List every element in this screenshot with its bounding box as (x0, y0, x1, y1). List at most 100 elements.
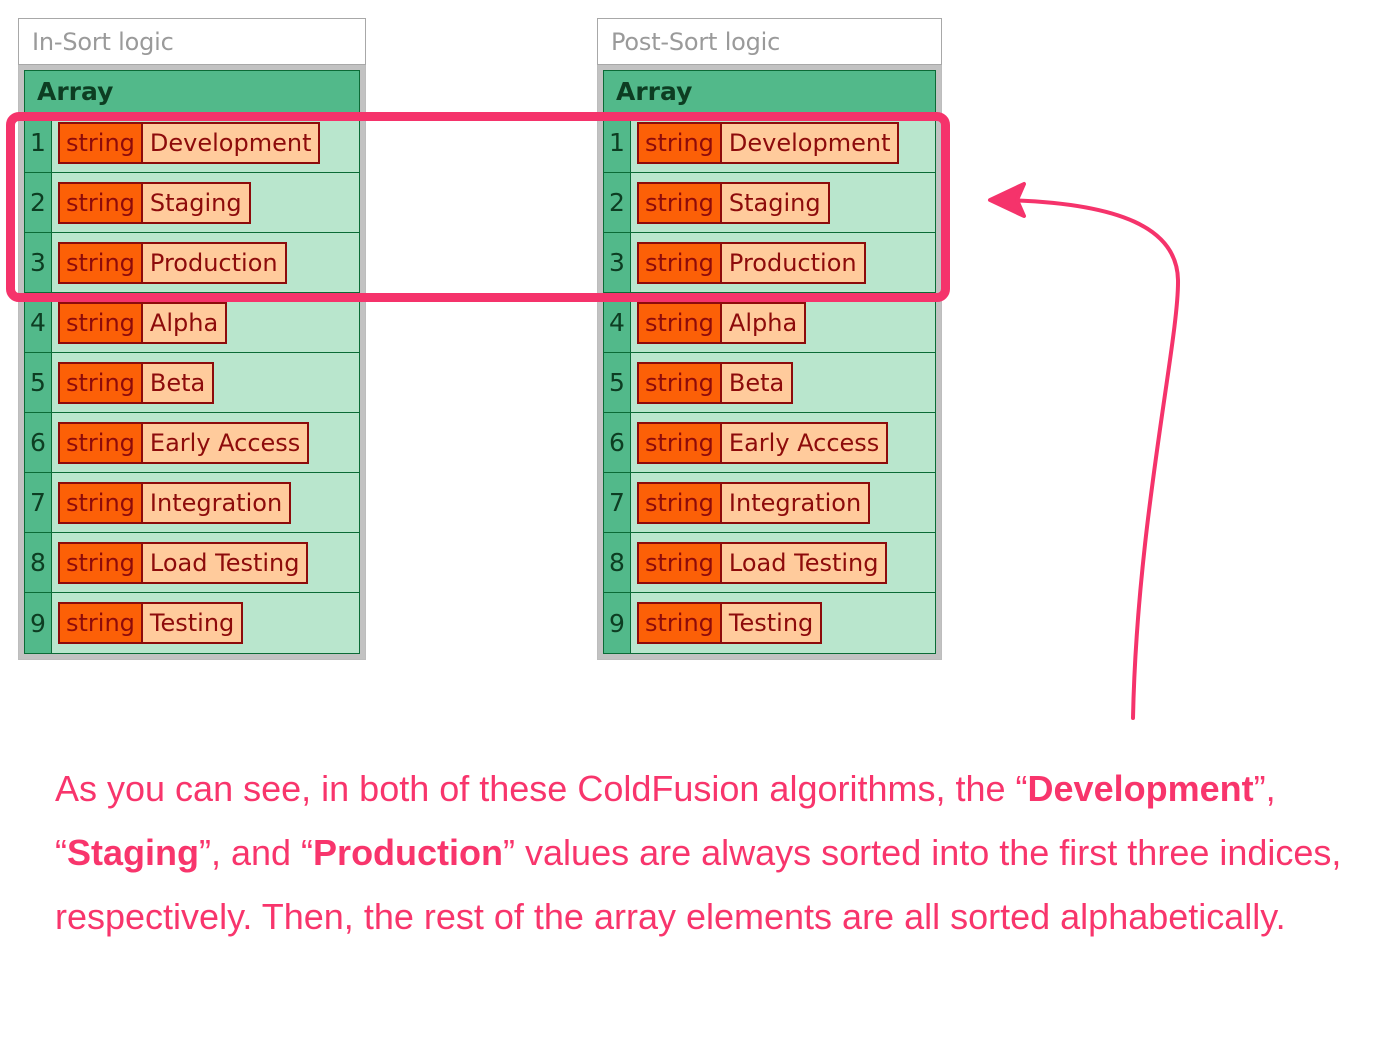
chip-value-label: Load Testing (142, 543, 307, 582)
row-index-label: 7 (25, 473, 52, 532)
chip-value-label: Alpha (142, 303, 226, 342)
array-rows-post-sort: 1 string Development 2 string Staging 3 string P… (604, 113, 935, 653)
array-row[interactable]: 5 string Beta (25, 353, 359, 413)
value-chip[interactable]: string Production (58, 241, 287, 284)
value-chip[interactable]: string Testing (58, 602, 244, 644)
value-chip[interactable]: string Development (637, 121, 900, 164)
row-value-cell: string Early Access (631, 413, 935, 472)
chip-type-label: string (639, 303, 722, 342)
row-index-label: 1 (25, 113, 52, 172)
array-table-title: Array (25, 71, 359, 113)
row-value-cell: string Load Testing (52, 533, 359, 592)
row-value-cell: string Staging (631, 173, 935, 232)
value-chip[interactable]: string Load Testing (58, 541, 309, 584)
value-chip[interactable]: string Alpha (637, 301, 807, 344)
array-row[interactable]: 4 string Alpha (25, 293, 359, 353)
chip-value-label: Development (142, 123, 319, 162)
value-chip[interactable]: string Beta (58, 361, 215, 404)
row-value-cell: string Production (52, 233, 359, 292)
array-table-in-sort: Array 1 string Development 2 string Staging 3 s… (24, 70, 360, 654)
value-chip[interactable]: string Integration (58, 481, 292, 524)
chip-value-label: Integration (721, 483, 869, 522)
chip-value-label: Production (142, 243, 285, 282)
value-chip[interactable]: string Alpha (58, 301, 228, 344)
row-value-cell: string Beta (631, 353, 935, 412)
array-row[interactable]: 5 string Beta (604, 353, 935, 413)
array-table-post-sort: Array 1 string Development 2 string Staging 3 s… (603, 70, 936, 654)
row-index-label: 5 (604, 353, 631, 412)
array-row[interactable]: 3 string Production (25, 233, 359, 293)
row-value-cell: string Integration (631, 473, 935, 532)
value-chip[interactable]: string Load Testing (637, 541, 888, 584)
row-value-cell: string Staging (52, 173, 359, 232)
chip-value-label: Production (721, 243, 864, 282)
array-row[interactable]: 8 string Load Testing (25, 533, 359, 593)
array-row[interactable]: 1 string Development (604, 113, 935, 173)
row-value-cell: string Development (631, 113, 935, 172)
caption-emphasis: Staging (67, 832, 199, 873)
row-index-label: 6 (604, 413, 631, 472)
row-index-label: 1 (604, 113, 631, 172)
panel-header-in-sort: In-Sort logic (18, 18, 366, 65)
array-row[interactable]: 3 string Production (604, 233, 935, 293)
caption-segment: As you can see, in both of these ColdFus… (55, 768, 1028, 809)
caption-emphasis: Development (1027, 768, 1254, 809)
panel-header-label: Post-Sort logic (611, 27, 781, 56)
caption-emphasis: Production (313, 832, 504, 873)
array-row[interactable]: 1 string Development (25, 113, 359, 173)
array-row[interactable]: 6 string Early Access (25, 413, 359, 473)
chip-type-label: string (639, 243, 722, 282)
value-chip[interactable]: string Early Access (637, 421, 889, 464)
value-chip[interactable]: string Staging (58, 181, 251, 224)
panel-post-sort-logic: Post-Sort logic Array 1 string Development… (597, 18, 942, 660)
array-row[interactable]: 7 string Integration (604, 473, 935, 533)
row-value-cell: string Load Testing (631, 533, 935, 592)
row-index-label: 4 (25, 293, 52, 352)
array-row[interactable]: 4 string Alpha (604, 293, 935, 353)
value-chip[interactable]: string Staging (637, 181, 830, 224)
row-index-label: 2 (604, 173, 631, 232)
chip-type-label: string (639, 543, 722, 582)
caption-text: As you can see, in both of these ColdFus… (55, 757, 1345, 949)
row-value-cell: string Early Access (52, 413, 359, 472)
array-row[interactable]: 2 string Staging (25, 173, 359, 233)
array-row[interactable]: 7 string Integration (25, 473, 359, 533)
chip-type-label: string (60, 123, 143, 162)
array-row[interactable]: 9 string Testing (604, 593, 935, 653)
chip-type-label: string (60, 183, 143, 222)
row-index-label: 5 (25, 353, 52, 412)
panel-header-label: In-Sort logic (32, 27, 174, 56)
array-row[interactable]: 6 string Early Access (604, 413, 935, 473)
chip-value-label: Testing (721, 604, 821, 642)
chip-value-label: Testing (142, 604, 242, 642)
value-chip[interactable]: string Beta (637, 361, 794, 404)
panel-body-in-sort: Array 1 string Development 2 string Staging 3 s… (18, 65, 366, 660)
value-chip[interactable]: string Integration (637, 481, 871, 524)
row-index-label: 6 (25, 413, 52, 472)
array-row[interactable]: 9 string Testing (25, 593, 359, 653)
row-value-cell: string Beta (52, 353, 359, 412)
value-chip[interactable]: string Production (637, 241, 866, 284)
chip-value-label: Early Access (142, 423, 308, 462)
array-row[interactable]: 2 string Staging (604, 173, 935, 233)
panel-in-sort-logic: In-Sort logic Array 1 string Development 2 s… (18, 18, 366, 660)
row-value-cell: string Production (631, 233, 935, 292)
value-chip[interactable]: string Testing (637, 602, 823, 644)
chip-type-label: string (60, 243, 143, 282)
array-row[interactable]: 8 string Load Testing (604, 533, 935, 593)
array-table-title: Array (604, 71, 935, 113)
chip-type-label: string (639, 604, 722, 642)
chip-value-label: Alpha (721, 303, 805, 342)
chip-type-label: string (639, 183, 722, 222)
chip-value-label: Early Access (721, 423, 887, 462)
chip-type-label: string (639, 483, 722, 522)
row-index-label: 7 (604, 473, 631, 532)
row-index-label: 9 (25, 593, 52, 653)
chip-type-label: string (639, 423, 722, 462)
chip-value-label: Staging (721, 183, 828, 222)
row-index-label: 8 (25, 533, 52, 592)
value-chip[interactable]: string Development (58, 121, 321, 164)
chip-value-label: Integration (142, 483, 290, 522)
chip-type-label: string (639, 123, 722, 162)
value-chip[interactable]: string Early Access (58, 421, 310, 464)
